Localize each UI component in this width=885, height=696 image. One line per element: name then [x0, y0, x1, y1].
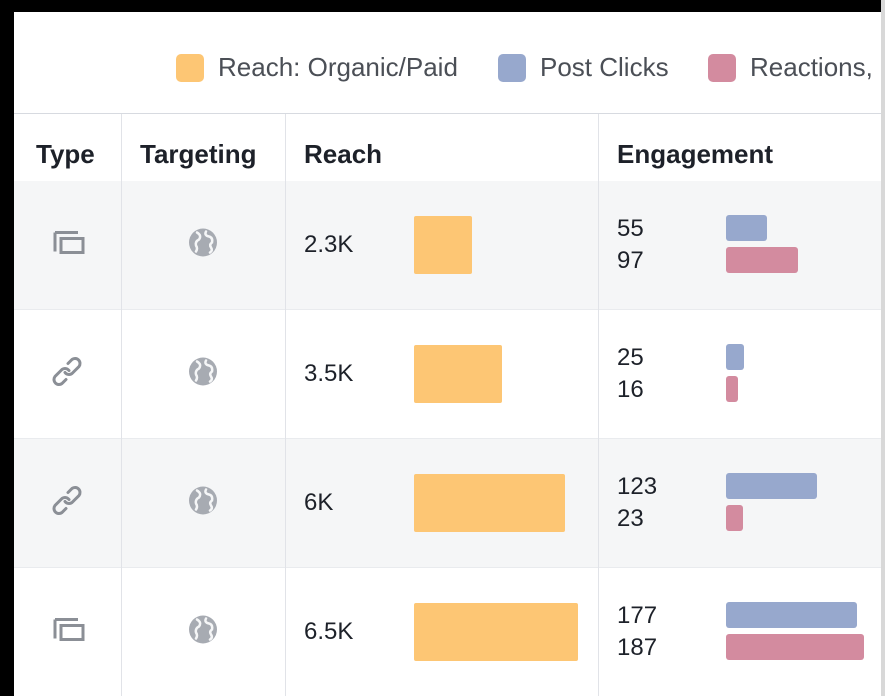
table-row[interactable]: 3.5K 25 16 — [14, 310, 885, 439]
post-clicks-bar — [726, 602, 857, 628]
reach-bar — [414, 216, 472, 274]
reactions-bar — [726, 247, 798, 273]
engagement-values: 177 187 — [617, 600, 657, 664]
globe-icon — [188, 228, 218, 263]
reach-bar — [414, 474, 565, 532]
column-divider — [121, 114, 122, 696]
reach-bar — [414, 345, 502, 403]
engagement-values: 25 16 — [617, 342, 644, 406]
status-icon — [52, 617, 86, 648]
reach-value: 6K — [304, 489, 334, 516]
legend-label-reactions: Reactions, ( — [750, 52, 885, 82]
table-row[interactable]: 6K 123 23 — [14, 439, 885, 568]
table-row[interactable]: 6.5K 177 187 — [14, 568, 885, 696]
reactions-value: 97 — [617, 247, 644, 274]
legend-label-post-clicks: Post Clicks — [540, 52, 669, 82]
legend-label-reach: Reach: Organic/Paid — [218, 52, 458, 82]
reactions-value: 187 — [617, 634, 658, 661]
legend-item-reach[interactable]: Reach: Organic/Paid — [176, 52, 458, 83]
reach-value: 2.3K — [304, 231, 354, 258]
legend-swatch-reach — [176, 53, 204, 82]
insights-table-panel: Reach: Organic/Paid Post Clicks Reaction… — [0, 0, 885, 696]
legend-swatch-post-clicks — [498, 53, 526, 82]
column-divider — [598, 114, 599, 696]
post-clicks-value: 55 — [617, 215, 644, 242]
legend: Reach: Organic/Paid Post Clicks Reaction… — [14, 12, 885, 114]
post-clicks-value: 25 — [617, 344, 644, 371]
post-clicks-value: 123 — [617, 473, 658, 500]
reach-value: 3.5K — [304, 360, 354, 387]
link-icon — [52, 355, 82, 394]
reactions-bar — [726, 634, 864, 660]
post-clicks-bar — [726, 344, 744, 370]
globe-icon — [188, 357, 218, 392]
scrollbar-edge — [881, 0, 885, 696]
link-icon — [52, 484, 82, 523]
reactions-value: 16 — [617, 376, 644, 403]
post-clicks-bar — [726, 473, 817, 499]
legend-item-post-clicks[interactable]: Post Clicks — [498, 52, 669, 83]
reactions-bar — [726, 505, 743, 531]
globe-icon — [188, 486, 218, 521]
engagement-values: 123 23 — [617, 471, 657, 535]
reactions-bar — [726, 376, 738, 402]
legend-swatch-reactions — [708, 53, 736, 82]
post-clicks-bar — [726, 215, 767, 241]
globe-icon — [188, 615, 218, 650]
reach-bar — [414, 603, 578, 661]
post-clicks-value: 177 — [617, 602, 658, 629]
engagement-values: 55 97 — [617, 213, 644, 277]
column-divider — [285, 114, 286, 696]
reach-value: 6.5K — [304, 618, 354, 645]
legend-item-reactions[interactable]: Reactions, ( — [708, 52, 885, 83]
reactions-value: 23 — [617, 505, 644, 532]
table-row[interactable]: 2.3K 55 97 — [14, 181, 885, 310]
status-icon — [52, 230, 86, 261]
